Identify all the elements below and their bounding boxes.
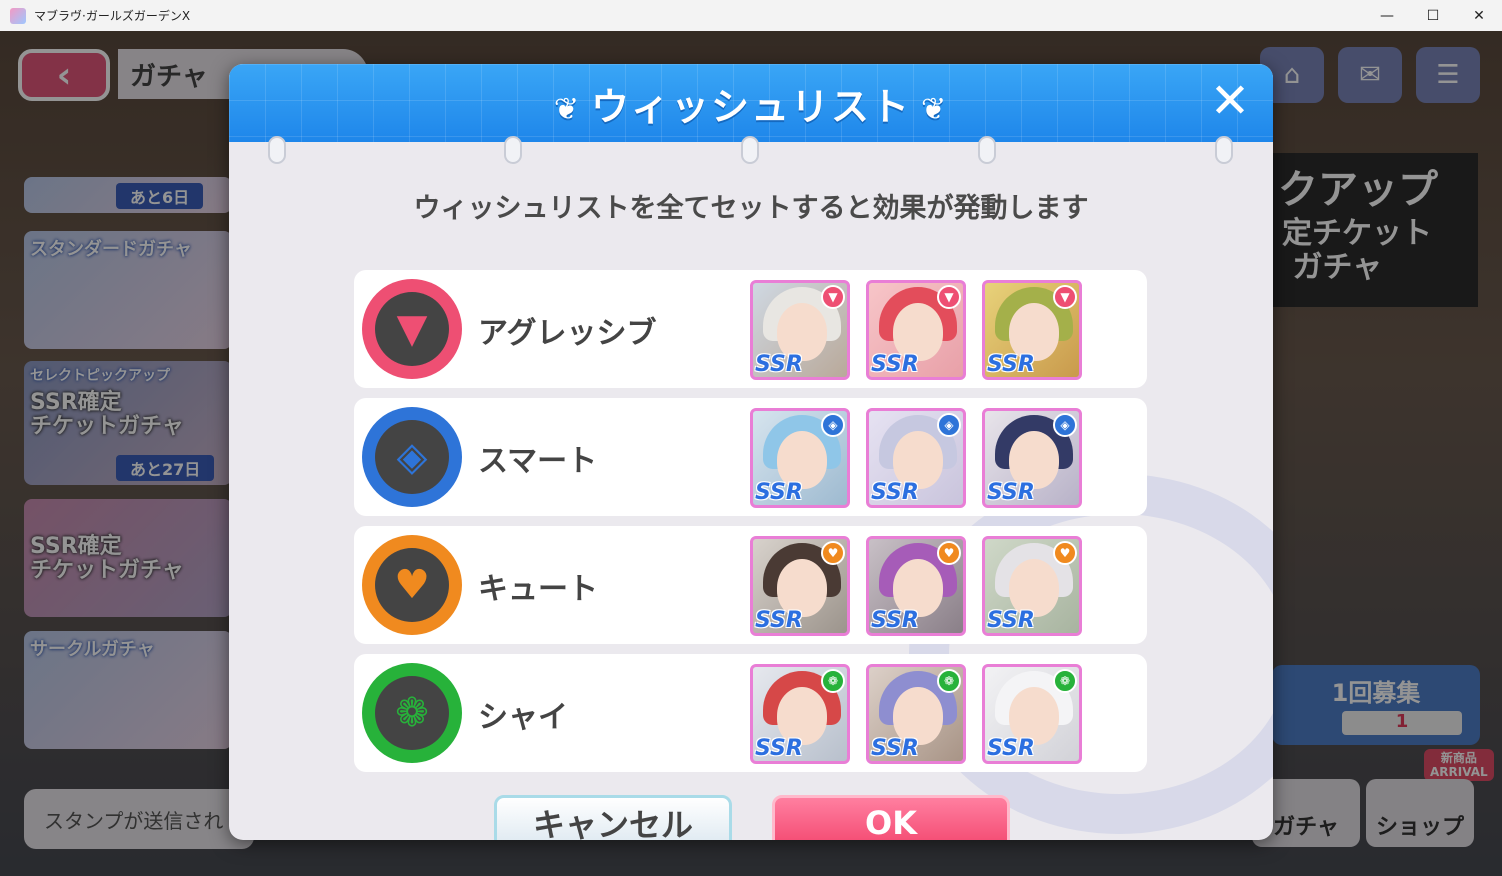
character-card[interactable]: ♥ SSR [866,536,966,636]
cute-attr-icon: ♥ [821,541,845,565]
wishlist-row-cute: ♥ キュート ♥ SSR ♥ SSR ♥ SSR [354,526,1147,644]
rarity-label: SSR [871,608,919,633]
rarity-label: SSR [987,736,1035,761]
shy-attr-icon: ❁ [1053,669,1077,693]
cute-icon: ♥ [362,535,462,635]
game-screen: ‹ ガチャ あと6日 スタンダードガチャ セレクトピックアップ SSR確定 チケ… [0,31,1502,876]
close-window-button[interactable]: ✕ [1456,0,1502,31]
rarity-label: SSR [871,736,919,761]
instruction-text: ウィッシュリストを全てセットすると効果が発動します [413,193,1089,224]
binder-ring [978,136,996,164]
character-card[interactable]: ❁ SSR [982,664,1082,764]
window-titlebar: マブラヴ·ガールズガーデンX — ☐ ✕ [0,0,1502,32]
minimize-button[interactable]: — [1364,0,1410,31]
character-card[interactable]: ♥ SSR [750,536,850,636]
rarity-label: SSR [987,480,1035,505]
wishlist-row-aggressive: ▼ アグレッシブ ▼ SSR ▼ SSR ▼ SSR [354,270,1147,388]
aggressive-attr-icon: ▼ [1053,285,1077,309]
character-card[interactable]: ◈ SSR [750,408,850,508]
character-card[interactable]: ❁ SSR [866,664,966,764]
row-label: シャイ [478,700,568,735]
smart-attr-icon: ◈ [1053,413,1077,437]
smart-attr-icon: ◈ [821,413,845,437]
ok-button[interactable]: OK [772,795,1010,840]
smart-icon: ◈ [362,407,462,507]
aggressive-attr-icon: ▼ [821,285,845,309]
character-card[interactable]: ◈ SSR [866,408,966,508]
shy-icon: ❁ [362,663,462,763]
character-card[interactable]: ♥ SSR [982,536,1082,636]
maximize-button[interactable]: ☐ [1410,0,1456,31]
rarity-label: SSR [871,480,919,505]
rarity-label: SSR [871,352,919,377]
character-card[interactable]: ▼ SSR [866,280,966,380]
cute-attr-icon: ♥ [937,541,961,565]
cancel-button[interactable]: キャンセル [494,795,732,840]
rarity-label: SSR [755,352,803,377]
binder-ring [741,136,759,164]
shy-attr-icon: ❁ [937,669,961,693]
dialog-header: ❦ ウィッシュリスト ❦ ✕ [229,64,1273,142]
rarity-label: SSR [755,608,803,633]
dialog-title-wrap: ❦ ウィッシュリスト ❦ [229,76,1273,131]
wishlist-dialog: ❦ ウィッシュリスト ❦ ✕ ウィッシュリストを全てセットすると効果が発動します ▼… [229,64,1273,840]
wishlist-row-shy: ❁ シャイ ❁ SSR ❁ SSR ❁ SSR [354,654,1147,772]
window-title: マブラヴ·ガールズガーデンX [34,9,191,23]
character-card[interactable]: ▼ SSR [750,280,850,380]
cute-attr-icon: ♥ [1053,541,1077,565]
smart-attr-icon: ◈ [937,413,961,437]
dialog-title: ウィッシュリスト [590,85,911,129]
wishlist-row-smart: ◈ スマート ◈ SSR ◈ SSR ◈ SSR [354,398,1147,516]
row-label: アグレッシブ [478,316,657,351]
rarity-label: SSR [987,608,1035,633]
wing-left-icon: ❦ [553,92,581,127]
character-card[interactable]: ◈ SSR [982,408,1082,508]
aggressive-attr-icon: ▼ [937,285,961,309]
rarity-label: SSR [755,736,803,761]
character-card[interactable]: ❁ SSR [750,664,850,764]
app-icon [10,7,26,24]
character-card[interactable]: ▼ SSR [982,280,1082,380]
rarity-label: SSR [755,480,803,505]
dialog-close-button[interactable]: ✕ [1203,73,1257,129]
row-label: キュート [478,572,598,607]
wing-right-icon: ❦ [921,92,949,127]
binder-ring [504,136,522,164]
binder-ring [1215,136,1233,164]
binder-ring [268,136,286,164]
aggressive-icon: ▼ [362,279,462,379]
shy-attr-icon: ❁ [821,669,845,693]
row-label: スマート [478,444,598,479]
rarity-label: SSR [987,352,1035,377]
